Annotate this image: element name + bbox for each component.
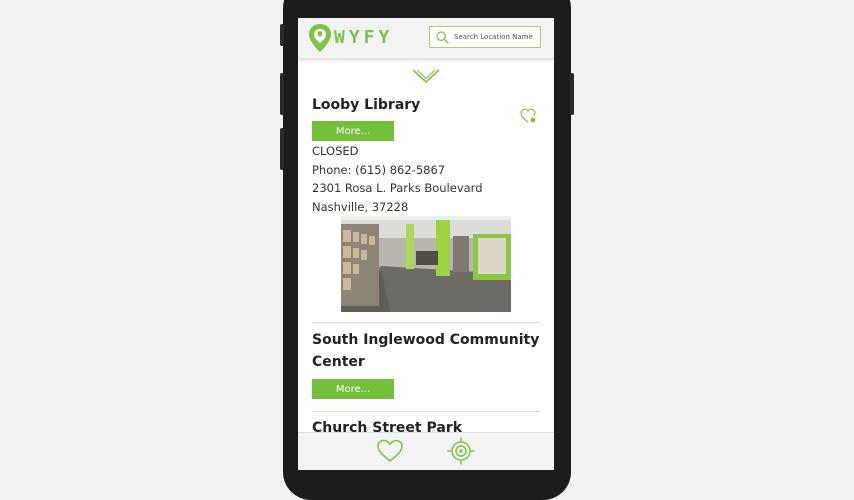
location-address-line2: Nashville, 37228 [312,199,409,214]
heart-icon[interactable] [376,439,404,463]
phone-side-button [280,24,284,46]
location-status: CLOSED [312,144,359,158]
app-screen: WYFY Looby Library More... CLOSED Phone:… [298,18,554,470]
location-title-line2[interactable]: Center [312,351,365,373]
location-title-line1[interactable]: South Inglewood Community [312,329,539,351]
more-button[interactable]: More... [312,379,394,399]
search-input[interactable] [454,29,538,45]
phone-volume-down-button [280,128,284,170]
search-box[interactable] [429,26,541,48]
app-header: WYFY [298,18,554,59]
list-divider [312,411,540,412]
locate-target-icon[interactable] [447,437,475,465]
location-title[interactable]: Looby Library [312,94,420,116]
phone-power-button [570,73,574,115]
favorite-heart-icon[interactable] [520,108,538,124]
list-divider [312,322,540,323]
phone-volume-up-button [280,73,284,115]
location-phone[interactable]: Phone: (615) 862-5867 [312,161,445,180]
more-button[interactable]: More... [312,121,394,141]
search-icon[interactable] [436,31,449,44]
location-pin-icon [309,24,331,52]
location-photo [341,216,511,312]
location-address-line1: 2301 Rosa L. Parks Boulevard [312,181,483,195]
bottom-nav [298,432,554,470]
chevron-down-icon[interactable] [411,67,441,85]
app-logo: WYFY [334,27,394,48]
